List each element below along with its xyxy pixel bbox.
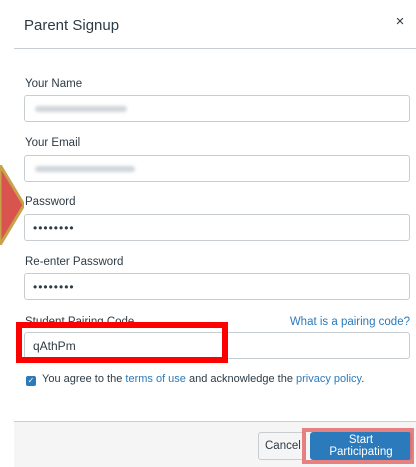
close-icon[interactable]: × bbox=[392, 14, 408, 30]
privacy-policy-link[interactable]: privacy policy bbox=[296, 373, 361, 385]
reenter-password-label: Re-enter Password bbox=[25, 256, 124, 268]
dialog-footer: Cancel Start Participating bbox=[14, 421, 416, 467]
agree-prefix: You agree to the bbox=[42, 373, 126, 385]
name-label: Your Name bbox=[25, 78, 83, 90]
annotation-arrow-icon bbox=[0, 165, 24, 245]
parent-signup-dialog: Parent Signup × Your Name Your Email Pas… bbox=[0, 0, 416, 467]
pairing-code-help-link[interactable]: What is a pairing code? bbox=[290, 316, 410, 328]
password-field[interactable]: •••••••• bbox=[24, 214, 410, 241]
agree-middle: and acknowledge the bbox=[185, 373, 297, 385]
blurred-email-value bbox=[35, 166, 135, 172]
start-participating-button[interactable]: Start Participating bbox=[310, 432, 412, 460]
pairing-code-label: Student Pairing Code bbox=[25, 316, 135, 328]
reenter-password-field[interactable]: •••••••• bbox=[24, 273, 410, 300]
name-field[interactable] bbox=[24, 95, 410, 122]
agree-suffix: . bbox=[361, 373, 365, 385]
checkbox-checked-icon[interactable]: ✓ bbox=[26, 376, 36, 386]
email-field[interactable] bbox=[24, 155, 410, 182]
cancel-button[interactable]: Cancel bbox=[258, 432, 306, 460]
blurred-name-value bbox=[35, 106, 127, 112]
email-label: Your Email bbox=[25, 137, 81, 149]
dialog-header: Parent Signup × bbox=[14, 0, 416, 49]
password-label: Password bbox=[25, 196, 76, 208]
agreement-row: ✓ You agree to the terms of use and ackno… bbox=[26, 373, 364, 386]
terms-of-use-link[interactable]: terms of use bbox=[125, 373, 186, 385]
pairing-code-field[interactable]: qAthPm bbox=[24, 332, 410, 359]
dialog-title: Parent Signup bbox=[24, 17, 120, 34]
